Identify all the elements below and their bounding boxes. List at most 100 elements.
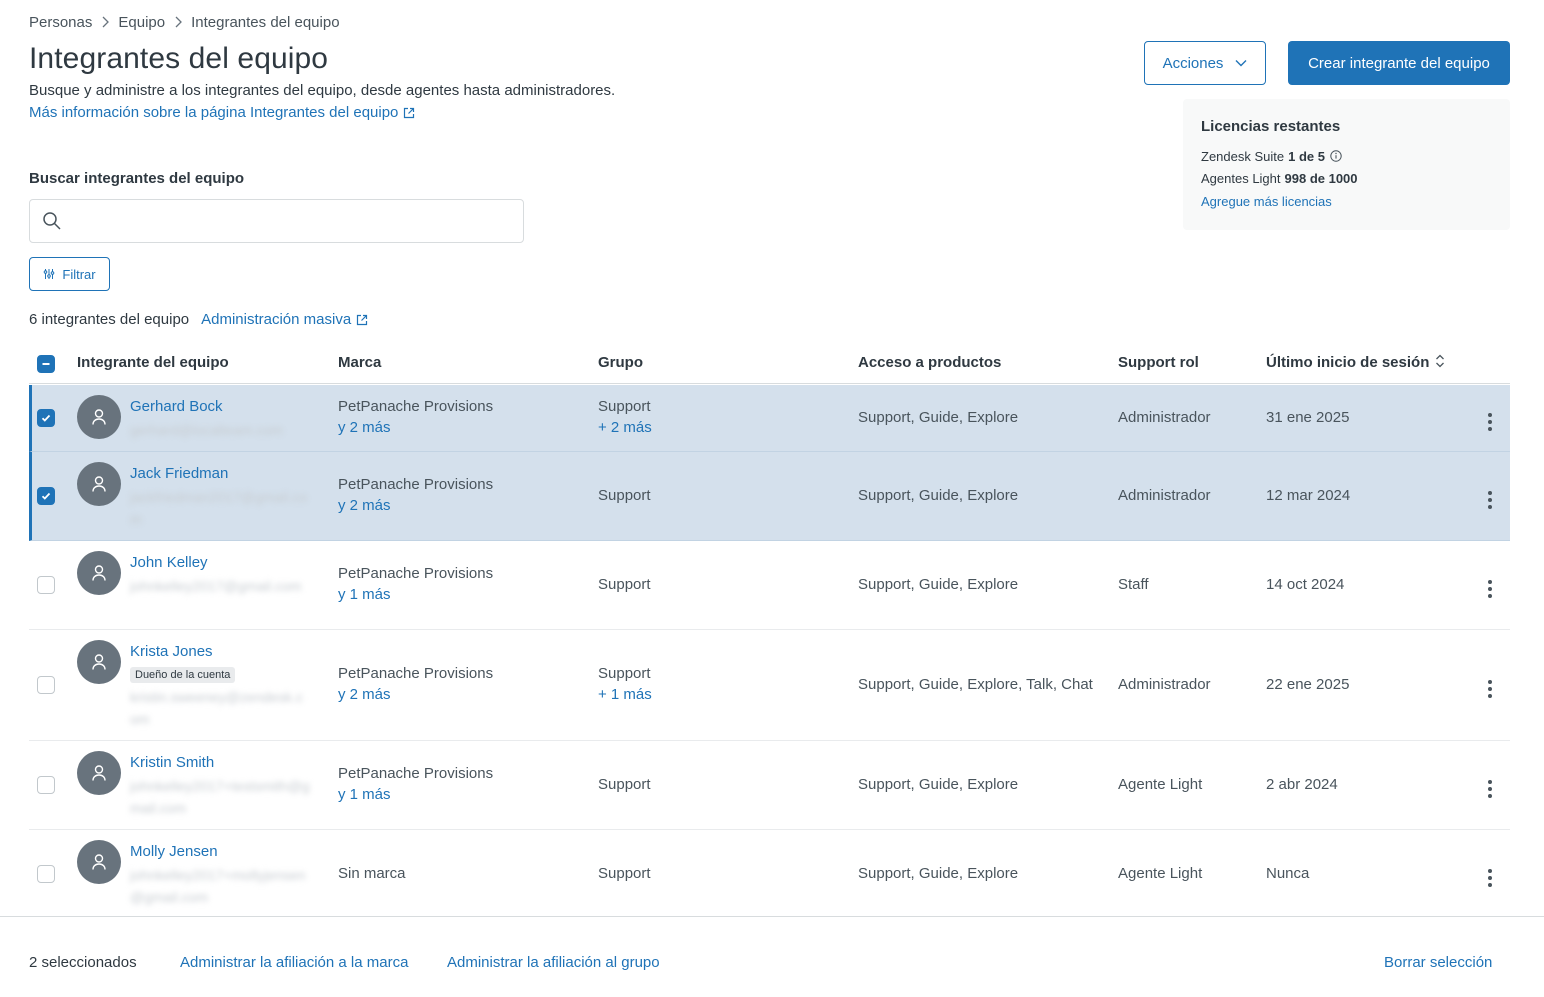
member-brand: PetPanache Provisions y 2 más bbox=[338, 398, 493, 436]
manage-brand-link[interactable]: Administrar la afiliación a la marca bbox=[180, 954, 408, 971]
group-more-link[interactable]: + 1 más bbox=[598, 686, 652, 703]
brand-more-link[interactable]: y 2 más bbox=[338, 686, 493, 703]
search-field bbox=[29, 199, 524, 243]
column-member[interactable]: Integrante del equipo bbox=[77, 354, 229, 371]
member-name[interactable]: Jack Friedman bbox=[130, 465, 228, 482]
member-name[interactable]: John Kelley bbox=[130, 554, 208, 571]
member-name[interactable]: Krista Jones bbox=[130, 643, 213, 660]
member-brand: PetPanache Provisions y 1 más bbox=[338, 765, 493, 803]
actions-label: Acciones bbox=[1162, 54, 1224, 72]
license-light-label: Agentes Light bbox=[1201, 170, 1281, 186]
member-group: Support + 2 más bbox=[598, 398, 652, 436]
license-suite-row: Zendesk Suite 1 de 5 bbox=[1201, 145, 1492, 167]
row-menu-icon[interactable] bbox=[1481, 867, 1499, 889]
brand-name: PetPanache Provisions bbox=[338, 398, 494, 415]
table-row[interactable]: Jack Friedman jackfriedman2017@gmail.com… bbox=[29, 452, 1510, 541]
row-checkbox[interactable] bbox=[37, 865, 55, 883]
avatar bbox=[77, 551, 121, 595]
user-icon bbox=[92, 854, 106, 870]
bulk-management-label: Administración masiva bbox=[201, 311, 352, 328]
filter-icon bbox=[44, 269, 55, 279]
selected-count: 2 seleccionados bbox=[29, 954, 137, 971]
member-access: Support, Guide, Explore bbox=[858, 776, 1019, 793]
column-brand[interactable]: Marca bbox=[338, 354, 381, 371]
group-name: Support bbox=[598, 398, 651, 415]
member-email: gerhard@localteam.com bbox=[130, 422, 283, 438]
column-access[interactable]: Acceso a productos bbox=[858, 354, 1001, 371]
member-role: Staff bbox=[1118, 576, 1149, 593]
add-licenses-link[interactable]: Agregue más licencias bbox=[1201, 194, 1492, 209]
check-icon bbox=[41, 492, 51, 500]
member-last-login: 2 abr 2024 bbox=[1266, 776, 1338, 793]
member-count: 6 integrantes del equipo bbox=[29, 311, 190, 328]
member-last-login: 31 ene 2025 bbox=[1266, 409, 1350, 426]
member-name[interactable]: Kristin Smith bbox=[130, 754, 214, 771]
brand-more-link[interactable]: y 2 más bbox=[338, 497, 493, 514]
row-checkbox[interactable] bbox=[37, 409, 55, 427]
user-icon bbox=[92, 565, 106, 581]
row-checkbox[interactable] bbox=[37, 487, 55, 505]
search-input[interactable] bbox=[70, 201, 523, 241]
chevron-right-icon bbox=[96, 15, 114, 29]
member-last-login: 12 mar 2024 bbox=[1266, 487, 1351, 504]
filter-button[interactable]: Filtrar bbox=[29, 257, 110, 291]
member-role: Administrador bbox=[1118, 487, 1211, 504]
brand-more-link[interactable]: y 2 más bbox=[338, 419, 493, 436]
licenses-title: Licencias restantes bbox=[1201, 118, 1341, 135]
license-light-row: Agentes Light 998 de 1000 bbox=[1201, 167, 1492, 189]
table-row[interactable]: John Kelley johnkelley2017@gmail.com Pet… bbox=[29, 541, 1510, 630]
member-last-login: 22 ene 2025 bbox=[1266, 676, 1350, 693]
actions-button[interactable]: Acciones bbox=[1144, 41, 1266, 85]
member-brand: Sin marca bbox=[338, 865, 406, 882]
user-icon bbox=[92, 409, 106, 425]
member-email: johnkelley2017+mollyjensen@gmail.com bbox=[130, 867, 306, 905]
member-brand: PetPanache Provisions y 1 más bbox=[338, 565, 493, 603]
member-role: Administrador bbox=[1118, 676, 1211, 693]
brand-more-link[interactable]: y 1 más bbox=[338, 586, 493, 603]
user-icon bbox=[92, 765, 106, 781]
license-light-value: 998 de 1000 bbox=[1284, 170, 1358, 186]
table-row[interactable]: Krista Jones Dueño de la cuenta kristin.… bbox=[29, 630, 1510, 741]
table-row[interactable]: Molly Jensen johnkelley2017+mollyjensen@… bbox=[29, 830, 1510, 916]
table-row[interactable]: Gerhard Bock gerhard@localteam.com PetPa… bbox=[29, 385, 1510, 452]
bulk-management-link[interactable]: Administración masiva bbox=[201, 311, 368, 328]
selection-footer: 2 seleccionados Administrar la afiliació… bbox=[0, 916, 1544, 997]
row-checkbox[interactable] bbox=[37, 576, 55, 594]
sort-icon bbox=[1436, 354, 1445, 368]
license-suite-value: 1 de 5 bbox=[1288, 148, 1325, 164]
info-icon[interactable] bbox=[1330, 150, 1342, 162]
row-menu-icon[interactable] bbox=[1481, 678, 1499, 700]
clear-selection-link[interactable]: Borrar selección bbox=[1384, 954, 1492, 971]
column-group[interactable]: Grupo bbox=[598, 354, 643, 371]
breadcrumb-personas[interactable]: Personas bbox=[29, 14, 92, 31]
breadcrumb-equipo[interactable]: Equipo bbox=[118, 14, 165, 31]
row-checkbox[interactable] bbox=[37, 776, 55, 794]
account-owner-badge: Dueño de la cuenta bbox=[130, 667, 236, 683]
row-menu-icon[interactable] bbox=[1481, 411, 1499, 433]
filter-label: Filtrar bbox=[62, 266, 96, 282]
member-name[interactable]: Molly Jensen bbox=[130, 843, 218, 860]
member-access: Support, Guide, Explore, Talk, Chat bbox=[858, 676, 1093, 693]
member-role: Agente Light bbox=[1118, 776, 1203, 793]
row-menu-icon[interactable] bbox=[1481, 778, 1499, 800]
member-name[interactable]: Gerhard Bock bbox=[130, 398, 223, 415]
column-role[interactable]: Support rol bbox=[1118, 354, 1199, 371]
row-menu-icon[interactable] bbox=[1481, 489, 1499, 511]
member-brand: PetPanache Provisions y 2 más bbox=[338, 665, 493, 703]
column-last-login-label: Último inicio de sesión bbox=[1266, 354, 1430, 371]
create-member-button[interactable]: Crear integrante del equipo bbox=[1288, 41, 1510, 85]
column-last-login[interactable]: Último inicio de sesión bbox=[1266, 354, 1445, 371]
user-icon bbox=[92, 476, 106, 492]
member-email: johnkelley2017@gmail.com bbox=[130, 578, 302, 594]
table-header: Integrante del equipo Marca Grupo Acceso… bbox=[29, 345, 1510, 384]
table-row[interactable]: Kristin Smith johnkelley2017+testsmith@g… bbox=[29, 741, 1510, 830]
member-access: Support, Guide, Explore bbox=[858, 409, 1019, 426]
row-checkbox[interactable] bbox=[37, 676, 55, 694]
avatar bbox=[77, 640, 121, 684]
group-more-link[interactable]: + 2 más bbox=[598, 419, 652, 436]
learn-more-link[interactable]: Más información sobre la página Integran… bbox=[29, 104, 415, 121]
select-all-checkbox[interactable] bbox=[37, 355, 55, 373]
manage-group-link[interactable]: Administrar la afiliación al grupo bbox=[447, 954, 660, 971]
row-menu-icon[interactable] bbox=[1481, 578, 1499, 600]
brand-more-link[interactable]: y 1 más bbox=[338, 786, 493, 803]
